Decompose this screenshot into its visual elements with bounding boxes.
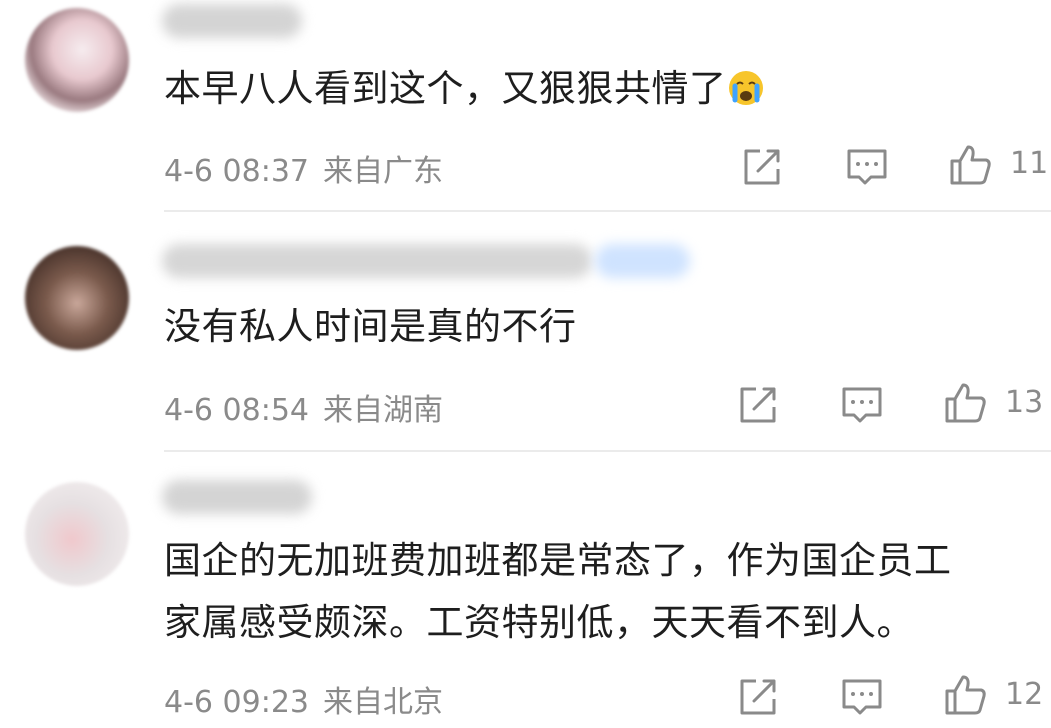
crying-face-emoji xyxy=(727,64,765,105)
comment-date: 4-6 09:23 xyxy=(164,685,309,720)
comment-meta: 4-6 08:37 来自广东 xyxy=(164,146,443,190)
share-button[interactable] xyxy=(736,383,780,427)
comment-location: 来自湖南 xyxy=(323,393,443,428)
username-blurred[interactable] xyxy=(162,480,312,514)
thumbs-up-icon xyxy=(950,145,991,185)
share-icon xyxy=(744,149,780,185)
comment-icon xyxy=(842,387,882,423)
verified-badge-blurred xyxy=(595,244,690,278)
comment-text: 本早八人看到这个，又狠狠共情了 xyxy=(164,58,765,120)
username-blurred[interactable] xyxy=(162,4,302,38)
share-icon xyxy=(740,679,776,715)
divider xyxy=(164,450,1051,452)
reply-button[interactable] xyxy=(840,675,884,719)
like-count: 12 xyxy=(1005,677,1044,712)
avatar[interactable] xyxy=(25,8,129,112)
comment-meta: 4-6 09:23 来自北京 xyxy=(164,677,443,721)
thumbs-up-icon xyxy=(945,383,986,423)
like-count: 13 xyxy=(1005,385,1044,420)
like-button[interactable] xyxy=(943,673,987,717)
reply-button[interactable] xyxy=(840,383,884,427)
avatar[interactable] xyxy=(25,482,129,586)
comment-date: 4-6 08:54 xyxy=(164,393,309,428)
comment-text: 国企的无加班费加班都是常态了，作为国企员工 家属感受颇深。工资特别低，天天看不到… xyxy=(164,530,952,654)
comment-date: 4-6 08:37 xyxy=(164,154,309,189)
comment-meta: 4-6 08:54 来自湖南 xyxy=(164,385,443,429)
comment-text: 没有私人时间是真的不行 xyxy=(164,296,577,358)
comment-text-line: 家属感受颇深。工资特别低，天天看不到人。 xyxy=(164,601,914,644)
avatar[interactable] xyxy=(25,246,129,350)
like-button[interactable] xyxy=(948,143,992,187)
share-icon xyxy=(740,387,776,423)
share-button[interactable] xyxy=(736,675,780,719)
comment-location: 来自北京 xyxy=(323,685,443,720)
comment-icon xyxy=(847,149,887,185)
thumbs-up-icon xyxy=(945,675,986,715)
comment-text-line: 没有私人时间是真的不行 xyxy=(164,305,577,348)
comment-icon xyxy=(842,679,882,715)
divider xyxy=(164,210,1051,212)
like-count: 11 xyxy=(1010,146,1049,181)
comment-location: 来自广东 xyxy=(323,154,443,189)
like-button[interactable] xyxy=(943,381,987,425)
comment-text-line: 本早八人看到这个，又狠狠共情了 xyxy=(164,67,727,110)
share-button[interactable] xyxy=(740,145,784,189)
comment-text-line: 国企的无加班费加班都是常态了，作为国企员工 xyxy=(164,539,952,582)
reply-button[interactable] xyxy=(845,145,889,189)
username-blurred[interactable] xyxy=(162,244,592,278)
